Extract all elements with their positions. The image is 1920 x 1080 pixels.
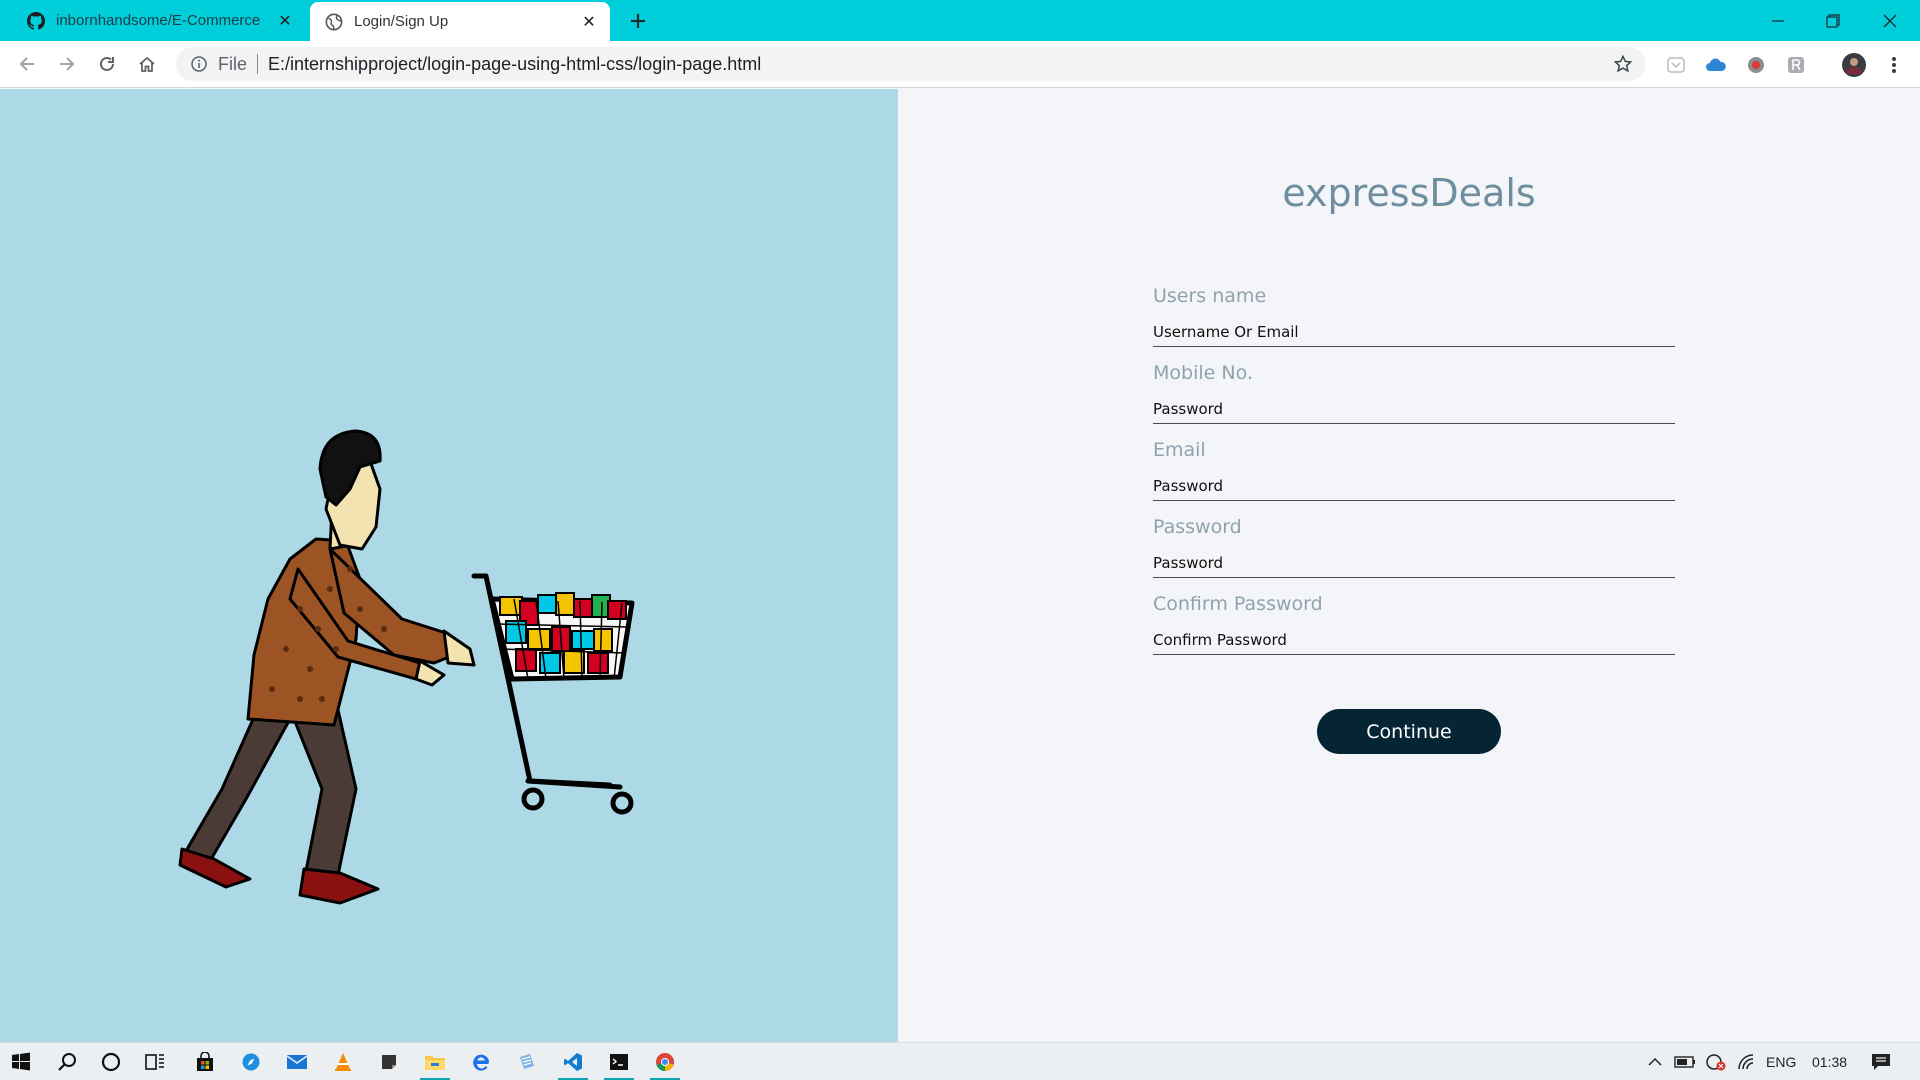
forward-icon[interactable] <box>52 49 82 79</box>
language-indicator[interactable]: ENG <box>1766 1043 1796 1080</box>
password-input[interactable] <box>1153 548 1675 578</box>
address-bar[interactable]: File E:/internshipproject/login-page-usi… <box>176 47 1646 81</box>
shopper-with-cart-illustration <box>178 429 635 905</box>
cloud-extension-icon[interactable] <box>1704 53 1728 77</box>
record-extension-icon[interactable] <box>1744 53 1768 77</box>
pocket-extension-icon[interactable] <box>1664 53 1688 77</box>
brand-title: expressDeals <box>1282 171 1536 215</box>
url-scheme: File <box>218 53 248 74</box>
home-icon[interactable] <box>132 49 162 79</box>
menu-dots-icon[interactable] <box>1882 53 1906 77</box>
clock[interactable]: 01:38 <box>1812 1043 1847 1080</box>
github-icon <box>26 11 46 31</box>
cortana-icon[interactable] <box>94 1047 128 1077</box>
close-tab-icon[interactable]: ✕ <box>274 10 296 32</box>
vlc-icon[interactable] <box>326 1047 360 1077</box>
minimize-icon[interactable] <box>1752 0 1804 41</box>
notifications-icon[interactable] <box>1866 1043 1896 1080</box>
mobile-label: Mobile No. <box>1153 362 1253 384</box>
email-label: Email <box>1153 439 1206 461</box>
reload-icon[interactable] <box>92 49 122 79</box>
windows-start-icon[interactable] <box>4 1047 38 1077</box>
mobile-field-group: Mobile No. <box>1153 362 1675 439</box>
bookmark-star-icon[interactable] <box>1612 53 1634 75</box>
url-text[interactable]: E:/internshipproject/login-page-using-ht… <box>268 54 761 75</box>
new-tab-button[interactable] <box>624 7 652 35</box>
file-explorer-icon[interactable] <box>418 1047 452 1080</box>
signup-form: Users name Mobile No. Email Password Con… <box>1153 285 1675 670</box>
password-label: Password <box>1153 516 1242 538</box>
info-icon[interactable] <box>190 55 208 73</box>
tab-github[interactable]: inbornhandsome/E-Commerce ✕ <box>12 0 306 41</box>
username-field-group: Users name <box>1153 285 1675 362</box>
store-icon[interactable] <box>188 1047 222 1077</box>
tab-login-signup[interactable]: Login/Sign Up ✕ <box>310 2 610 41</box>
mobile-input[interactable] <box>1153 394 1675 424</box>
notepad-icon[interactable] <box>510 1047 544 1077</box>
back-icon[interactable] <box>12 49 42 79</box>
mail-icon[interactable] <box>280 1047 314 1077</box>
battery-icon[interactable] <box>1672 1043 1698 1080</box>
sticky-notes-icon[interactable] <box>372 1047 406 1077</box>
username-label: Users name <box>1153 285 1267 307</box>
confirm-password-input[interactable] <box>1153 625 1675 655</box>
chevron-up-icon[interactable] <box>1642 1043 1668 1080</box>
password-field-group: Password <box>1153 516 1675 593</box>
globe-icon <box>324 12 344 32</box>
close-window-icon[interactable] <box>1864 0 1916 41</box>
task-view-icon[interactable] <box>138 1047 172 1077</box>
signup-pane: expressDeals Users name Mobile No. Email… <box>898 89 1920 1042</box>
r-extension-icon[interactable] <box>1784 53 1808 77</box>
profile-avatar[interactable] <box>1840 51 1868 79</box>
tab-title: Login/Sign Up <box>354 13 449 30</box>
restore-icon[interactable] <box>1807 0 1859 41</box>
illustration-pane <box>0 89 898 1042</box>
email-field-group: Email <box>1153 439 1675 516</box>
username-input[interactable] <box>1153 317 1675 347</box>
windows-taskbar: ENG 01:38 <box>0 1042 1920 1080</box>
vscode-icon[interactable] <box>556 1047 590 1080</box>
safari-icon[interactable] <box>234 1047 268 1077</box>
email-input[interactable] <box>1153 471 1675 501</box>
chrome-icon[interactable] <box>648 1047 682 1080</box>
tab-strip: inbornhandsome/E-Commerce ✕ Login/Sign U… <box>0 0 1920 41</box>
browser-toolbar: File E:/internshipproject/login-page-usi… <box>0 41 1920 88</box>
security-alert-icon[interactable] <box>1702 1043 1730 1080</box>
edge-icon[interactable] <box>464 1047 498 1077</box>
continue-button[interactable]: Continue <box>1317 709 1501 754</box>
close-tab-icon[interactable]: ✕ <box>578 11 600 33</box>
url-separator <box>257 54 259 74</box>
terminal-icon[interactable] <box>602 1047 636 1080</box>
tab-title: inbornhandsome/E-Commerce <box>56 12 261 29</box>
search-icon[interactable] <box>50 1047 84 1077</box>
confirm-password-field-group: Confirm Password <box>1153 593 1675 670</box>
confirm-password-label: Confirm Password <box>1153 593 1323 615</box>
wifi-icon[interactable] <box>1734 1043 1760 1080</box>
